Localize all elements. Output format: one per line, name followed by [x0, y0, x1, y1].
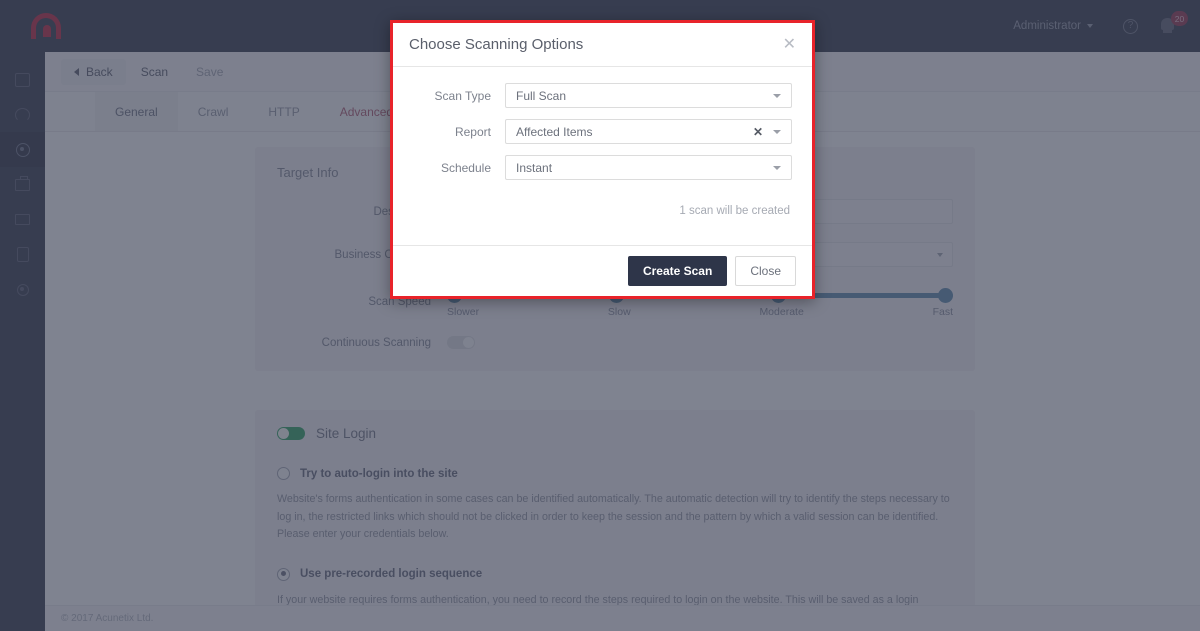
scan-count-note: 1 scan will be created	[679, 205, 790, 217]
continuous-scanning-row: Continuous Scanning	[255, 327, 975, 371]
chevron-left-icon	[74, 67, 79, 76]
sidebar-item-reports[interactable]	[0, 202, 45, 237]
toggle-knob	[278, 428, 289, 439]
copyright-text: © 2017 Acunetix Ltd.	[61, 613, 154, 624]
close-icon[interactable]: ✕	[783, 36, 796, 53]
sidebar-item-settings[interactable]	[0, 272, 45, 307]
continuous-scanning-toggle[interactable]	[447, 336, 475, 349]
tab-http[interactable]: HTTP	[248, 92, 319, 131]
tab-crawl-label: Crawl	[197, 104, 229, 119]
slider-tick-fast: Fast	[932, 306, 953, 318]
modal-body: Scan Type Full Scan Report Affected Item…	[393, 67, 812, 245]
dashboard-card-icon	[15, 72, 30, 87]
chevron-down-icon	[773, 129, 781, 134]
logo-mark-icon	[31, 13, 61, 39]
chevron-down-icon	[773, 165, 781, 170]
slider-tick-moderate: Moderate	[759, 306, 804, 318]
slider-tick-labels: Slower Slow Moderate Fast	[447, 306, 953, 318]
modal-header: Choose Scanning Options ✕	[393, 23, 812, 67]
slider-knob-fast[interactable]	[938, 288, 953, 303]
continuous-scanning-label: Continuous Scanning	[321, 336, 431, 349]
site-login-header: Site Login	[277, 426, 953, 441]
page-footer: © 2017 Acunetix Ltd.	[45, 605, 1200, 631]
sidebar-rail	[0, 52, 45, 631]
report-value: Affected Items	[516, 124, 593, 139]
prerecorded-radio[interactable]	[277, 567, 290, 581]
chevron-down-icon	[773, 93, 781, 98]
back-button-label: Back	[86, 64, 113, 79]
scanning-options-modal: Choose Scanning Options ✕ Scan Type Full…	[390, 20, 815, 299]
report-select[interactable]: Affected Items ✕	[505, 119, 792, 144]
scan-button-label: Scan	[140, 64, 169, 79]
sidebar-item-scans[interactable]	[0, 97, 45, 132]
scan-type-select[interactable]: Full Scan	[505, 83, 792, 108]
auto-login-description: Website's forms authentication in some c…	[277, 493, 950, 541]
schedule-label: Schedule	[440, 160, 491, 175]
tab-general[interactable]: General	[95, 92, 178, 131]
prerecorded-label: Use pre-recorded login sequence	[300, 568, 483, 581]
acunetix-logo[interactable]	[0, 0, 92, 52]
modal-footer: Create Scan Close	[393, 245, 812, 296]
sidebar-item-documents[interactable]	[0, 237, 45, 272]
tab-advanced-label: Advanced	[339, 104, 394, 119]
back-button[interactable]: Back	[61, 58, 126, 85]
prerecorded-option[interactable]: Use pre-recorded login sequence	[277, 567, 953, 581]
gauge-icon	[15, 107, 30, 122]
topbar-right-group: Administrator ? 20	[999, 0, 1200, 52]
user-menu-label: Administrator	[1013, 20, 1081, 32]
schedule-select[interactable]: Instant	[505, 155, 792, 180]
chevron-down-icon	[937, 252, 943, 257]
clear-icon[interactable]: ✕	[753, 125, 773, 139]
report-row: Report Affected Items ✕	[413, 119, 792, 144]
sidebar-item-dashboard[interactable]	[0, 62, 45, 97]
report-label: Report	[454, 124, 491, 139]
toggle-knob	[463, 337, 474, 348]
chevron-down-icon	[1087, 24, 1093, 28]
scan-type-value: Full Scan	[516, 88, 567, 103]
tab-crawl[interactable]: Crawl	[178, 92, 249, 131]
auto-login-label: Try to auto-login into the site	[300, 467, 458, 480]
sidebar-item-targets[interactable]	[0, 132, 45, 167]
auto-login-option[interactable]: Try to auto-login into the site	[277, 467, 953, 480]
tab-general-label: General	[115, 104, 158, 119]
site-login-label: Site Login	[316, 426, 377, 441]
close-button[interactable]: Close	[735, 256, 796, 286]
schedule-row: Schedule Instant	[413, 155, 792, 180]
modal-title: Choose Scanning Options	[409, 36, 584, 53]
site-login-toggle[interactable]	[277, 427, 305, 440]
help-circle-icon[interactable]: ?	[1123, 18, 1138, 34]
scan-type-label: Scan Type	[434, 88, 491, 103]
folder-icon	[15, 214, 30, 225]
save-button-label: Save	[196, 64, 224, 79]
schedule-value: Instant	[516, 160, 553, 175]
save-button[interactable]: Save	[183, 59, 236, 85]
site-login-panel: Site Login Try to auto-login into the si…	[255, 410, 975, 631]
briefcase-icon	[15, 175, 30, 191]
notification-bell-icon[interactable]: 20	[1158, 11, 1188, 39]
sidebar-item-vulnerabilities[interactable]	[0, 167, 45, 202]
scan-button[interactable]: Scan	[128, 59, 181, 85]
user-menu[interactable]: Administrator	[999, 20, 1107, 32]
slider-tick-slower: Slower	[447, 306, 480, 318]
app-root: Administrator ? 20 Back Scan Save Genera…	[0, 0, 1200, 631]
notification-badge: 20	[1171, 11, 1188, 26]
gear-icon	[16, 283, 29, 296]
slider-tick-slow: Slow	[607, 306, 631, 318]
document-icon	[16, 247, 29, 262]
tab-http-label: HTTP	[268, 104, 300, 119]
auto-login-radio[interactable]	[277, 467, 290, 480]
target-icon	[15, 142, 30, 157]
create-scan-button[interactable]: Create Scan	[627, 256, 728, 286]
scan-type-row: Scan Type Full Scan	[413, 83, 792, 108]
